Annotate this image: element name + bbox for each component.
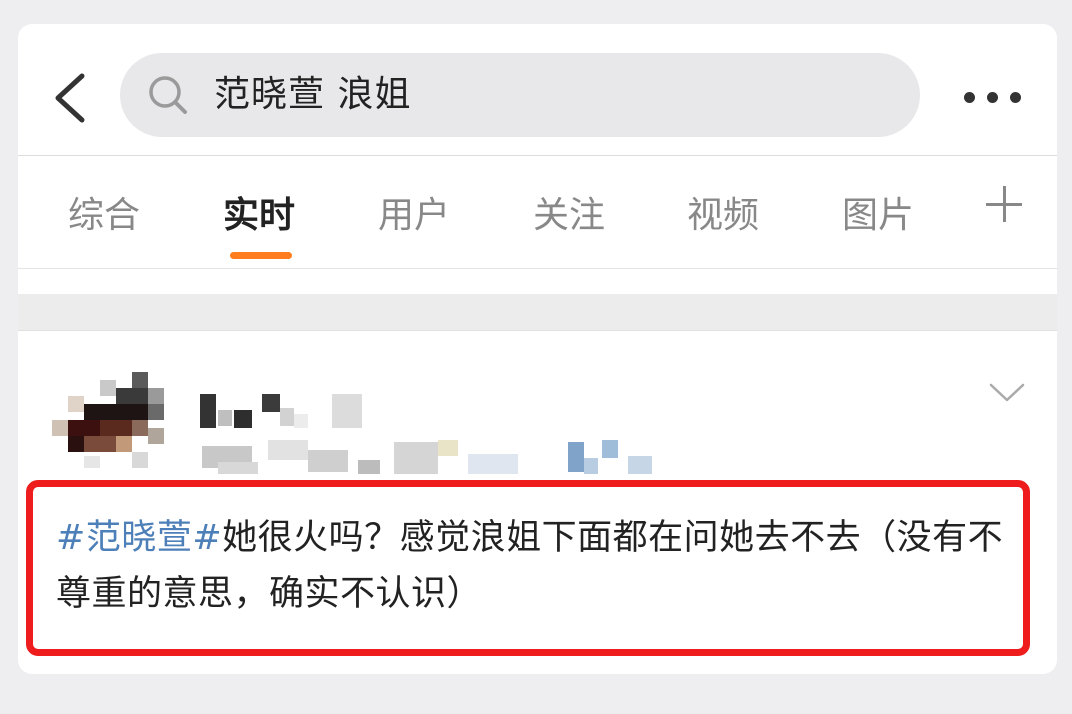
chevron-down-icon[interactable]: [988, 382, 1026, 404]
tab-users[interactable]: 用户: [378, 186, 450, 238]
post-body: #范晓萱#她很火吗？感觉浪姐下面都在问她去不去（没有不尊重的意思，确实不认识）: [56, 510, 1006, 622]
more-dots-icon[interactable]: [958, 86, 1028, 110]
tab-comprehensive[interactable]: 综合: [68, 186, 140, 238]
username[interactable]: [198, 386, 398, 428]
tab-realtime[interactable]: 实时: [223, 186, 295, 238]
result-tabs: 综合 实时 用户 关注 视频 图片: [18, 156, 1057, 269]
hashtag-link[interactable]: #范晓萱#: [56, 518, 222, 558]
search-input[interactable]: 范晓萱 浪姐: [120, 53, 920, 137]
post-meta: [198, 440, 668, 480]
search-results-card: 范晓萱 浪姐 综合 实时 用户 关注 视频 图片 #范晓萱#她很火吗？感觉浪姐下…: [18, 24, 1057, 674]
tab-following[interactable]: 关注: [533, 186, 605, 238]
section-divider: [18, 294, 1057, 331]
search-query-text[interactable]: 范晓萱 浪姐: [214, 53, 411, 137]
search-header: 范晓萱 浪姐: [18, 24, 1057, 156]
search-icon: [146, 73, 190, 117]
avatar[interactable]: [48, 372, 168, 472]
tab-images[interactable]: 图片: [842, 186, 914, 238]
back-arrow-icon[interactable]: [52, 70, 88, 126]
plus-icon[interactable]: [986, 186, 1022, 222]
active-tab-indicator: [230, 252, 292, 259]
tab-videos[interactable]: 视频: [687, 186, 759, 238]
